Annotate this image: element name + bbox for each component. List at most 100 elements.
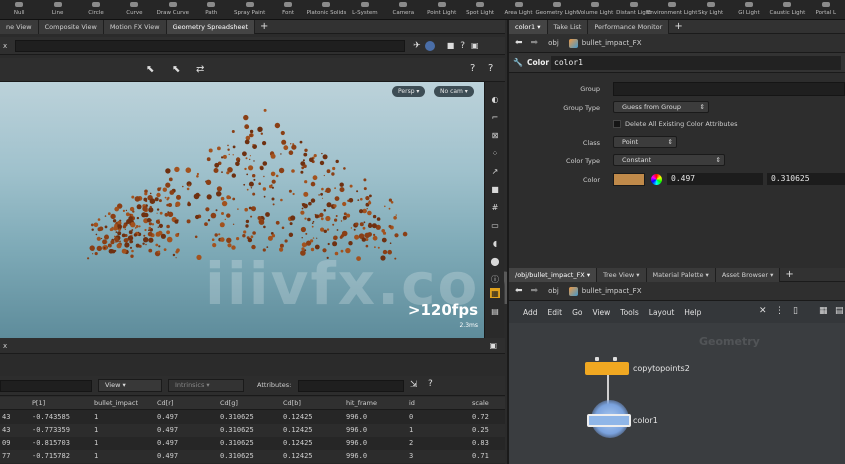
tab-motion-fx-view[interactable]: Motion FX View	[103, 19, 167, 34]
intrinsics-menu[interactable]: Intrinsics ▾	[168, 379, 244, 392]
tab-color1[interactable]: color1 ▾	[509, 19, 548, 34]
menu-add[interactable]: Add	[523, 308, 538, 317]
lock-camera-icon[interactable]: ◐	[490, 94, 500, 104]
pose-tool-icon[interactable]: ⬉	[172, 64, 180, 75]
attributes-field[interactable]	[298, 380, 404, 392]
help-icon[interactable]: ?	[470, 63, 475, 74]
shelf-tool[interactable]: Spray Paint	[230, 0, 268, 20]
menu-tools[interactable]: Tools	[620, 308, 638, 317]
back-arrow-icon[interactable]: ⬅	[515, 286, 523, 296]
add-tab-button[interactable]: +	[669, 20, 687, 34]
cube-icon[interactable]: ■	[447, 41, 455, 50]
tab-scene-view[interactable]: ne View	[0, 19, 39, 34]
table-row[interactable]: 77 -0.715782 1 0.497 0.310625 0.12425 99…	[0, 450, 505, 463]
tab-material-palette[interactable]: Material Palette ▾	[646, 267, 716, 282]
wrench-icon[interactable]: ✕	[759, 306, 767, 316]
shelf-tool[interactable]: Spot Light	[461, 0, 499, 20]
menu-help[interactable]: Help	[684, 308, 701, 317]
menu-edit[interactable]: Edit	[548, 308, 563, 317]
view-menu[interactable]: View ▾	[98, 379, 162, 392]
group-field[interactable]	[613, 82, 845, 96]
ghost-icon[interactable]: ⊠	[490, 130, 500, 140]
path-field[interactable]	[15, 39, 406, 52]
tab-tree-view[interactable]: Tree View ▾	[597, 267, 647, 282]
menu-view[interactable]: View	[592, 308, 610, 317]
tab-performance-monitor[interactable]: Performance Monitor	[588, 19, 670, 34]
color-node[interactable]	[587, 414, 631, 427]
delete-attributes-checkbox[interactable]	[613, 120, 621, 128]
network-pane[interactable]: /obj/bullet_impact_FX ▾ Tree View ▾ Mate…	[507, 267, 845, 464]
add-tab-button[interactable]: +	[780, 268, 798, 282]
color-wheel-icon[interactable]	[651, 174, 662, 185]
shelf-tool[interactable]: Platonic Solids	[307, 0, 346, 20]
table-row[interactable]: 43 -0.773359 1 0.497 0.310625 0.12425 99…	[0, 424, 505, 437]
node-name-field[interactable]: color1	[551, 56, 841, 70]
notes-icon[interactable]: ▯	[793, 306, 798, 316]
table-row[interactable]: 43 -0.743585 1 0.497 0.310625 0.12425 99…	[0, 411, 505, 424]
maximize-icon[interactable]: ▣	[489, 341, 497, 350]
light-icon[interactable]: ◖	[490, 238, 500, 248]
shelf-tool[interactable]: Draw Curve	[154, 0, 192, 20]
display-icon[interactable]: ▭	[490, 220, 500, 230]
link-icon[interactable]	[424, 40, 435, 51]
column-header[interactable]: Cd[r]	[157, 397, 173, 410]
column-header[interactable]: bullet_impact	[94, 397, 138, 410]
primitive-numbers-icon[interactable]: #	[490, 202, 500, 212]
add-tab-button[interactable]: +	[255, 20, 273, 34]
grid-icon[interactable]: ▦	[490, 288, 500, 298]
shelf-tool[interactable]: Environment Light	[647, 0, 697, 20]
color-green-field[interactable]: 0.310625	[767, 173, 845, 185]
forward-arrow-icon[interactable]: ➡	[531, 38, 539, 48]
filter-icon[interactable]: ⇲	[410, 380, 418, 390]
shelf-tool[interactable]: Point Light	[423, 0, 461, 20]
tree-icon[interactable]: ⋮	[775, 306, 784, 316]
column-header[interactable]: hit_frame	[346, 397, 377, 410]
column-header[interactable]: Cd[b]	[283, 397, 301, 410]
shelf-tool[interactable]: L-System	[346, 0, 384, 20]
camera-menu[interactable]: Persp ▾	[392, 86, 426, 97]
shelf-tool[interactable]: Geometry Light	[535, 0, 578, 20]
cam-menu[interactable]: No cam ▾	[434, 86, 474, 97]
points-icon[interactable]: ⁘	[490, 148, 500, 158]
normals-icon[interactable]: ↗	[490, 166, 500, 176]
pin-icon[interactable]: ✈	[413, 41, 421, 51]
column-header[interactable]: P[1]	[32, 397, 45, 410]
tab-geometry-spreadsheet[interactable]: Geometry Spreadsheet	[166, 19, 256, 34]
forward-arrow-icon[interactable]: ➡	[531, 286, 539, 296]
group-type-menu[interactable]: Guess from Group ⇕	[613, 101, 709, 113]
shelf-tool[interactable]: GI Light	[730, 0, 768, 20]
maximize-icon[interactable]: ▣	[471, 41, 479, 50]
shelf-tool[interactable]: Sky Light	[691, 0, 729, 20]
shelf-tool[interactable]: Line	[38, 0, 76, 20]
copytopoints-node[interactable]	[585, 357, 629, 375]
shelf-tool[interactable]: Circle	[77, 0, 115, 20]
tab-network[interactable]: /obj/bullet_impact_FX ▾	[509, 267, 598, 282]
path-context[interactable]: obj	[548, 39, 559, 47]
menu-layout[interactable]: Layout	[649, 308, 675, 317]
color-red-field[interactable]: 0.497	[667, 173, 763, 185]
input-connector[interactable]	[595, 357, 599, 361]
list-view-icon[interactable]: ▤	[835, 306, 844, 316]
path-node[interactable]: bullet_impact_FX	[582, 39, 642, 47]
menu-go[interactable]: Go	[572, 308, 582, 317]
path-context[interactable]: obj	[548, 287, 559, 295]
tab-asset-browser[interactable]: Asset Browser ▾	[715, 267, 781, 282]
location-icon[interactable]: ⬤	[490, 256, 500, 266]
color-type-menu[interactable]: Constant ⇕	[613, 154, 725, 166]
input-connector[interactable]	[613, 357, 617, 361]
back-arrow-icon[interactable]: ⬅	[515, 38, 523, 48]
column-header[interactable]: Cd[g]	[220, 397, 238, 410]
search-field[interactable]	[0, 380, 92, 392]
color-swatch[interactable]	[613, 173, 645, 186]
help-icon[interactable]: ?	[428, 379, 433, 389]
help-icon[interactable]: ?	[488, 63, 493, 74]
info-icon[interactable]: ⓘ	[490, 274, 500, 284]
column-header[interactable]: scale	[472, 397, 489, 410]
select-tool-icon[interactable]: ⬉	[146, 64, 154, 75]
shelf-tool[interactable]: Area Light	[499, 0, 537, 20]
tab-composite-view[interactable]: Composite View	[38, 19, 104, 34]
bracket-icon[interactable]: ⌐	[490, 112, 500, 122]
column-header[interactable]: id	[409, 397, 415, 410]
tab-take-list[interactable]: Take List	[547, 19, 589, 34]
table-row[interactable]: 09 -0.815703 1 0.497 0.310625 0.12425 99…	[0, 437, 505, 450]
